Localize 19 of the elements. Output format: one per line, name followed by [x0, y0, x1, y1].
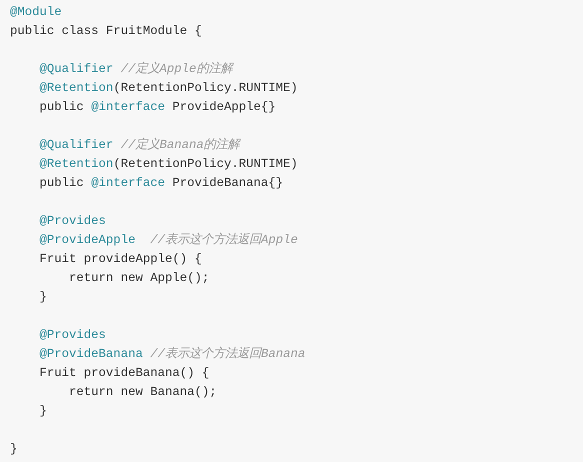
code-line: return new Banana();: [68, 384, 217, 401]
code-line: @ProvideApple //表示这个方法返回Apple: [38, 232, 298, 249]
code-line: @Qualifier //定义Apple的注解: [38, 60, 232, 78]
code-line: @Qualifier //定义Banana的注解: [38, 136, 240, 154]
code-line: }: [10, 441, 18, 458]
code-line: public @interface ProvideBanana{}: [38, 175, 284, 192]
code-line: @Provides: [38, 327, 106, 344]
code-line: @Provides: [38, 213, 106, 230]
code-line: public @interface ProvideApple{}: [38, 99, 276, 116]
code-line: }: [38, 403, 47, 420]
code-line: @ProvideBanana //表示这个方法返回Banana: [38, 346, 306, 363]
code-line: }: [38, 289, 47, 306]
code-line: Fruit provideApple() {: [38, 251, 202, 268]
code-line: return new Apple();: [68, 270, 210, 287]
code-line: @Module: [10, 4, 62, 21]
code-line: @Retention(RetentionPolicy.RUNTIME): [38, 156, 298, 173]
code-line: @Retention(RetentionPolicy.RUNTIME): [38, 80, 298, 97]
code-line: Fruit provideBanana() {: [38, 365, 210, 382]
code-line: public class FruitModule {: [10, 23, 202, 40]
